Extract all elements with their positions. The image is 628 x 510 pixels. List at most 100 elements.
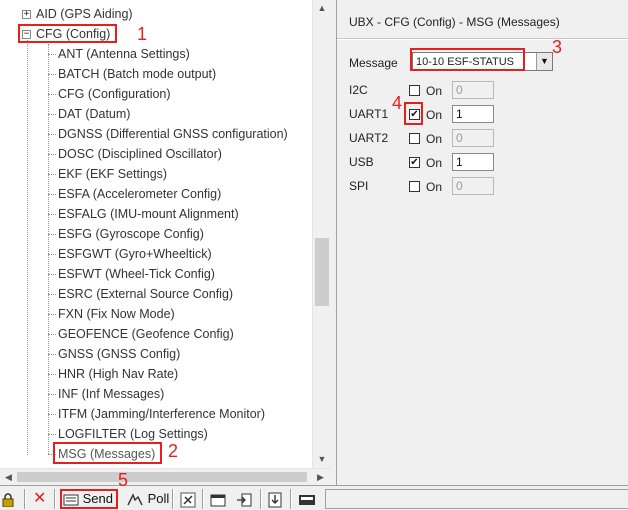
tree-connector (48, 134, 56, 135)
annotation-number-1: 1 (137, 24, 148, 44)
scrollbar-thumb[interactable] (315, 238, 329, 306)
divider (337, 38, 628, 40)
tree-connector (48, 374, 56, 375)
tree-item-inf[interactable]: INF (Inf Messages) (56, 384, 166, 404)
toolbar-separator (202, 489, 204, 509)
tree-item-aid[interactable]: AID (GPS Aiding) (34, 4, 135, 24)
tree-item-esfa[interactable]: ESFA (Accelerometer Config) (56, 184, 223, 204)
annotation-number-3: 3 (552, 37, 563, 57)
tree-item-hnr[interactable]: HNR (High Nav Rate) (56, 364, 180, 384)
port-rate-input-uart1[interactable]: 1 (452, 105, 494, 123)
annotation-number-5: 5 (118, 470, 129, 490)
tools-icon[interactable] (180, 489, 196, 509)
status-field (325, 489, 628, 509)
lock-icon[interactable] (2, 489, 14, 509)
port-rate-input-spi: 0 (452, 177, 494, 195)
tree-connector (48, 254, 56, 255)
annotation-box-uart1 (404, 102, 423, 125)
tree-connector (48, 114, 56, 115)
port-on-label-uart2: On (426, 132, 443, 146)
port-rate-input-usb[interactable]: 1 (452, 153, 494, 171)
port-label-i2c: I2C (349, 83, 368, 97)
tree-item-dgnss[interactable]: DGNSS (Differential GNSS configuration) (56, 124, 290, 144)
annotation-box-send (60, 489, 118, 509)
tree-connector (48, 414, 56, 415)
expand-icon[interactable]: + (22, 10, 31, 19)
port-on-label-usb: On (426, 156, 443, 170)
poll-button-label: Poll (147, 491, 170, 506)
annotation-box-message (410, 48, 525, 71)
tree-connector (48, 54, 56, 55)
port-rate-input-uart2: 0 (452, 129, 494, 147)
tree-vertical-scrollbar[interactable]: ▲ ▼ (312, 0, 331, 468)
tree-item-esfgwt[interactable]: ESFGWT (Gyro+Wheeltick) (56, 244, 214, 264)
tree-connector (48, 314, 56, 315)
window-icon[interactable] (210, 489, 226, 509)
bottom-toolbar: ✕ Send 5 Poll (0, 471, 628, 510)
port-checkbox-spi[interactable] (409, 181, 420, 192)
tree-connector (48, 214, 56, 215)
tree-item-esfg[interactable]: ESFG (Gyroscope Config) (56, 224, 206, 244)
message-tree[interactable]: + AID (GPS Aiding) − CFG (Config) ANT (A… (0, 0, 312, 468)
tree-connector (48, 194, 56, 195)
device-icon[interactable] (298, 489, 316, 509)
port-checkbox-usb[interactable]: ✔ (409, 157, 420, 168)
tree-connector (48, 294, 56, 295)
tree-connector (48, 74, 56, 75)
toolbar-separator (24, 489, 26, 509)
toolbar-separator (172, 489, 174, 509)
tree-connector (48, 154, 56, 155)
port-on-label-uart1: On (426, 108, 443, 122)
tree-horizontal-scrollbar[interactable]: ◀ ▶ (0, 468, 331, 485)
chevron-down-icon[interactable]: ▼ (536, 53, 552, 70)
tree-item-dat[interactable]: DAT (Datum) (56, 104, 132, 124)
toolbar-separator (290, 489, 292, 509)
port-rate-input-i2c: 0 (452, 81, 494, 99)
tree-connector (48, 174, 56, 175)
msg-settings-panel: UBX - CFG (Config) - MSG (Messages) Mess… (336, 0, 628, 485)
tree-connector (48, 354, 56, 355)
scroll-left-arrow-icon[interactable]: ◀ (0, 469, 17, 485)
port-label-usb: USB (349, 155, 374, 169)
tree-item-batch[interactable]: BATCH (Batch mode output) (56, 64, 218, 84)
annotation-number-2: 2 (168, 441, 179, 461)
tree-item-cfg[interactable]: CFG (Configuration) (56, 84, 173, 104)
tree-connector (27, 40, 28, 455)
poll-icon (127, 492, 143, 505)
tree-item-logfilter[interactable]: LOGFILTER (Log Settings) (56, 424, 210, 444)
port-checkbox-i2c[interactable] (409, 85, 420, 96)
download-icon[interactable] (267, 489, 283, 509)
port-label-uart1: UART1 (349, 107, 389, 121)
panel-title: UBX - CFG (Config) - MSG (Messages) (349, 15, 560, 29)
tree-item-dosc[interactable]: DOSC (Disciplined Oscillator) (56, 144, 224, 164)
tree-item-esfalg[interactable]: ESFALG (IMU-mount Alignment) (56, 204, 241, 224)
port-on-label-spi: On (426, 180, 443, 194)
tree-item-itfm[interactable]: ITFM (Jamming/Interference Monitor) (56, 404, 267, 424)
tree-connector (48, 94, 56, 95)
poll-button[interactable]: Poll (126, 489, 169, 509)
tree-item-ekf[interactable]: EKF (EKF Settings) (56, 164, 169, 184)
tree-connector (48, 234, 56, 235)
annotation-box-cfg (18, 24, 117, 43)
toolbar-separator (260, 489, 262, 509)
annotation-number-4: 4 (392, 93, 403, 113)
tree-item-geofence[interactable]: GEOFENCE (Geofence Config) (56, 324, 236, 344)
scrollbar-thumb[interactable] (17, 472, 307, 482)
scroll-right-arrow-icon[interactable]: ▶ (312, 469, 329, 485)
port-checkbox-uart2[interactable] (409, 133, 420, 144)
port-label-uart2: UART2 (349, 131, 389, 145)
import-icon[interactable] (236, 489, 252, 509)
port-on-label-i2c: On (426, 84, 443, 98)
scroll-up-arrow-icon[interactable]: ▲ (313, 0, 331, 17)
tree-item-gnss[interactable]: GNSS (GNSS Config) (56, 344, 182, 364)
scroll-down-arrow-icon[interactable]: ▼ (313, 451, 331, 468)
message-label: Message (349, 56, 398, 70)
close-icon[interactable]: ✕ (33, 489, 46, 509)
toolbar-separator (54, 489, 56, 509)
tree-connector (48, 434, 56, 435)
tree-item-esfwt[interactable]: ESFWT (Wheel-Tick Config) (56, 264, 217, 284)
tree-connector (48, 334, 56, 335)
tree-item-fxn[interactable]: FXN (Fix Now Mode) (56, 304, 177, 324)
tree-item-ant[interactable]: ANT (Antenna Settings) (56, 44, 192, 64)
tree-item-esrc[interactable]: ESRC (External Source Config) (56, 284, 235, 304)
